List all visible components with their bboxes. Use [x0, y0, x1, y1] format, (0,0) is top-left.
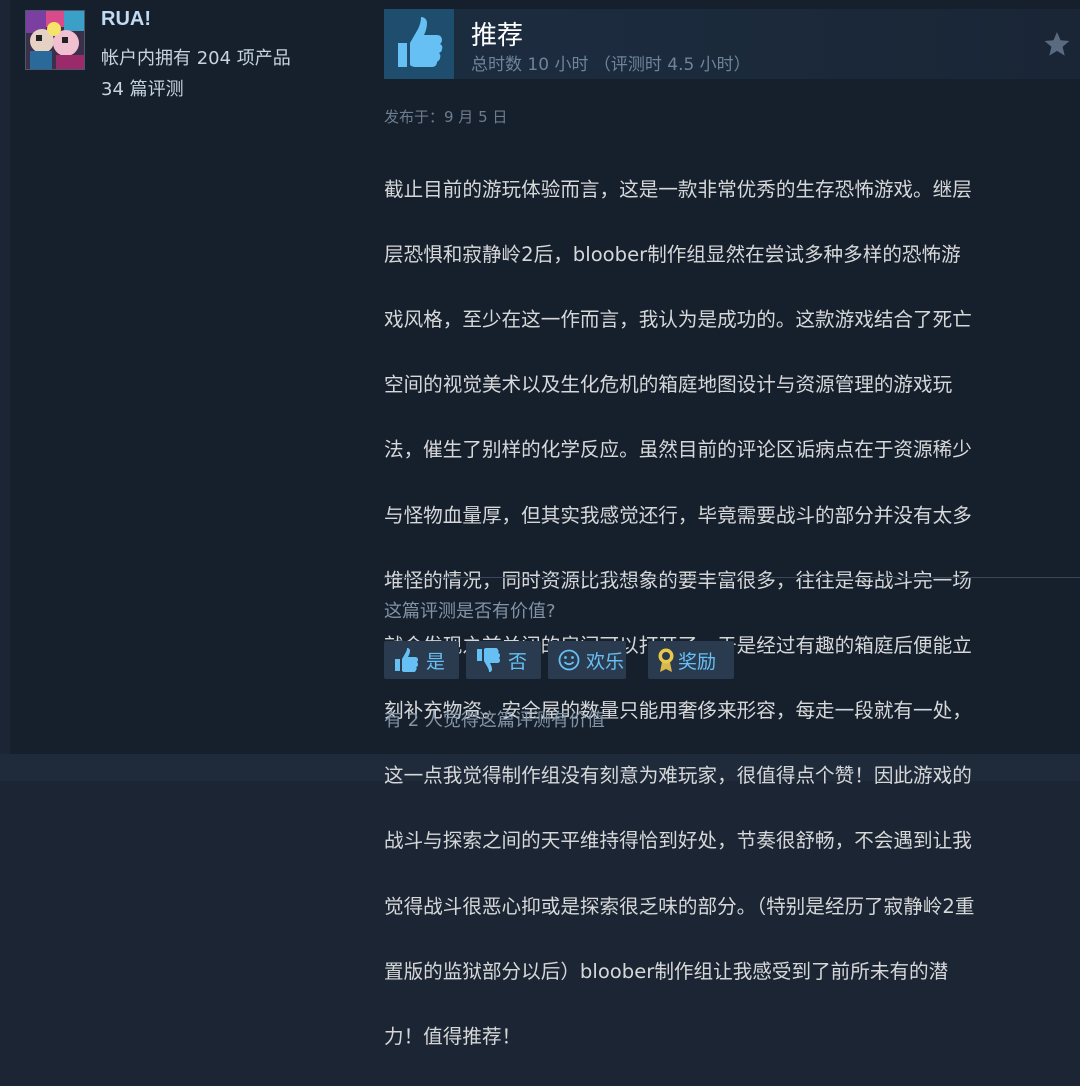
divider [384, 577, 1080, 578]
vote-no-label: 否 [508, 650, 528, 673]
review-line: 力！值得推荐！ [384, 1025, 522, 1049]
review-line: 层恐惧和寂静岭2后，bloober制作组显然在尝试多种多样的恐怖游 [384, 242, 961, 266]
helpful-question: 这篇评测是否有价值? [384, 601, 556, 622]
review-line: 法，催生了别样的化学反应。虽然目前的评论区诟病点在于资源稀少 [384, 438, 972, 462]
award-ribbon-icon [656, 647, 676, 673]
award-label: 奖励 [678, 650, 717, 673]
vote-funny-label: 欢乐 [586, 650, 625, 673]
review-line: 截止目前的游玩体验而言，这是一款非常优秀的生存恐怖游戏。继层 [384, 177, 972, 201]
author-name[interactable]: RUA! [101, 8, 151, 31]
review-line: 战斗与探索之间的天平维持得恰到好处，节奏很舒畅，不会遇到让我 [384, 829, 972, 853]
helpful-count: 有 2 人觉得这篇评测有价值 [384, 710, 605, 731]
thumbs-up-icon [384, 9, 454, 79]
award-button[interactable]: 奖励 [648, 641, 734, 679]
review-line: 觉得战斗很恶心抑或是探索很乏味的部分。（特别是经历了寂静岭2重 [384, 894, 975, 918]
posted-date: 发布于：9 月 5 日 [384, 108, 508, 126]
author-products-owned[interactable]: 帐户内拥有 204 项产品 [101, 44, 291, 70]
vote-yes-label: 是 [426, 650, 446, 673]
review-line: 空间的视觉美术以及生化危机的箱庭地图设计与资源管理的游戏玩 [384, 373, 953, 397]
recommendation-label: 推荐 [471, 21, 524, 51]
smiley-icon [558, 649, 580, 671]
vote-no-button[interactable]: 否 [466, 641, 541, 679]
vote-funny-button[interactable]: 欢乐 [548, 641, 626, 679]
playtime-hours: 总时数 10 小时 （评测时 4.5 小时） [471, 55, 751, 75]
recommendation-header[interactable]: 推荐 总时数 10 小时 （评测时 4.5 小时） [384, 9, 1080, 79]
review-line: 堆怪的情况，同时资源比我想象的要丰富很多，往往是每战斗完一场 [384, 568, 972, 592]
star-icon[interactable] [1044, 31, 1070, 57]
review-line: 置版的监狱部分以后）bloober制作组让我感受到了前所未有的潜 [384, 959, 949, 983]
author-review-count[interactable]: 34 篇评测 [101, 75, 184, 101]
review-line: 这一点我觉得制作组没有刻意为难玩家，很值得点个赞！因此游戏的 [384, 764, 972, 788]
thumbs-down-icon [476, 648, 502, 672]
thumbs-up-icon [394, 648, 420, 672]
review-line: 与怪物血量厚，但其实我感觉还行，毕竟需要战斗的部分并没有太多 [384, 503, 972, 527]
review-line: 戏风格，至少在这一作而言，我认为是成功的。这款游戏结合了死亡 [384, 307, 972, 331]
vote-yes-button[interactable]: 是 [384, 641, 459, 679]
avatar[interactable] [25, 10, 85, 70]
